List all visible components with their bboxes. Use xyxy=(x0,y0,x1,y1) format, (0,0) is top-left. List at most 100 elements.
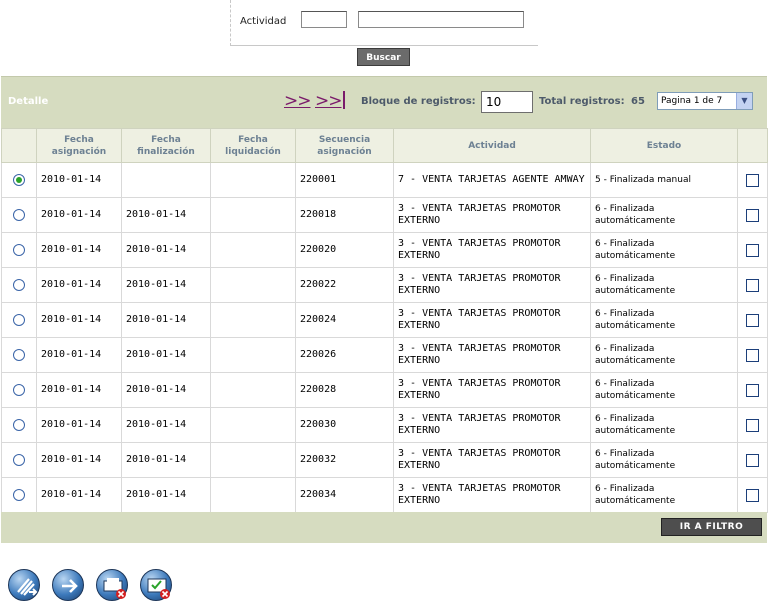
cell-fecha-finalizacion: 2010-01-14 xyxy=(121,267,211,303)
table-row[interactable]: 2010-01-14 2010-01-14 220032 3 - VENTA TARJ… xyxy=(1,442,768,478)
cell-fecha-asignacion: 2010-01-14 xyxy=(36,337,122,373)
header-estado: Estado xyxy=(590,128,738,163)
row-checkbox[interactable] xyxy=(746,348,759,362)
check-cell xyxy=(737,197,768,233)
row-select-radio[interactable] xyxy=(13,384,25,396)
cell-actividad: 3 - VENTA TARJETAS PROMOTOR EXTERNO xyxy=(393,337,591,373)
forward-icon[interactable] xyxy=(52,569,84,601)
cell-fecha-finalizacion: 2010-01-14 xyxy=(121,302,211,338)
delete-check-icon[interactable] xyxy=(140,569,172,601)
table-header-row: Fecha asignación Fecha finalización Fech… xyxy=(1,128,768,163)
header-actividad: Actividad xyxy=(393,128,591,163)
cell-actividad: 7 - VENTA TARJETAS AGENTE AMWAY xyxy=(393,162,591,198)
cell-estado: 6 - Finalizada automáticamente xyxy=(590,267,738,303)
table-row[interactable]: 2010-01-14 2010-01-14 220026 3 - VENTA TARJ… xyxy=(1,337,768,373)
row-select-radio[interactable] xyxy=(13,489,25,501)
next-page-link[interactable]: >> xyxy=(284,91,311,111)
header-check xyxy=(737,128,768,163)
table-row[interactable]: 2010-01-14 2010-01-14 220030 3 - VENTA TARJ… xyxy=(1,407,768,443)
actividad-code-input[interactable] xyxy=(301,11,347,28)
cell-fecha-liquidacion xyxy=(210,162,296,198)
cell-fecha-liquidacion xyxy=(210,337,296,373)
table-row[interactable]: 2010-01-14 2010-01-14 220020 3 - VENTA TARJ… xyxy=(1,232,768,268)
table-row[interactable]: 2010-01-14 2010-01-14 220034 3 - VENTA TARJ… xyxy=(1,477,768,513)
cell-secuencia: 220034 xyxy=(295,477,394,513)
cell-fecha-finalizacion xyxy=(121,162,211,198)
select-cell xyxy=(1,302,37,338)
row-checkbox[interactable] xyxy=(746,173,759,187)
table-row[interactable]: 2010-01-14 2010-01-14 220024 3 - VENTA TARJ… xyxy=(1,302,768,338)
row-select-radio[interactable] xyxy=(13,454,25,466)
cell-fecha-asignacion: 2010-01-14 xyxy=(36,197,122,233)
row-checkbox[interactable] xyxy=(746,453,759,467)
table-row[interactable]: 2010-01-14 220001 7 - VENTA TARJETAS AGENT… xyxy=(1,162,768,198)
cell-fecha-asignacion: 2010-01-14 xyxy=(36,477,122,513)
cell-fecha-liquidacion xyxy=(210,267,296,303)
row-select-radio[interactable] xyxy=(13,244,25,256)
check-cell xyxy=(737,372,768,408)
cell-fecha-asignacion: 2010-01-14 xyxy=(36,267,122,303)
table-row[interactable]: 2010-01-14 2010-01-14 220028 3 - VENTA TARJ… xyxy=(1,372,768,408)
cell-secuencia: 220024 xyxy=(295,302,394,338)
cell-secuencia: 220028 xyxy=(295,372,394,408)
cell-fecha-asignacion: 2010-01-14 xyxy=(36,407,122,443)
row-select-radio[interactable] xyxy=(13,314,25,326)
header-secuencia-asignacion: Secuencia asignación xyxy=(295,128,394,163)
cell-secuencia: 220032 xyxy=(295,442,394,478)
cell-fecha-finalizacion: 2010-01-14 xyxy=(121,232,211,268)
results-table: Fecha asignación Fecha finalización Fech… xyxy=(1,128,768,513)
cell-fecha-liquidacion xyxy=(210,407,296,443)
row-select-radio[interactable] xyxy=(13,279,25,291)
cell-actividad: 3 - VENTA TARJETAS PROMOTOR EXTERNO xyxy=(393,197,591,233)
page-select[interactable]: Pagina 1 de 7 ▼ xyxy=(657,92,753,110)
row-checkbox[interactable] xyxy=(746,488,759,502)
delete-printer-icon[interactable] xyxy=(96,569,128,601)
row-checkbox[interactable] xyxy=(746,418,759,432)
cell-estado: 6 - Finalizada automáticamente xyxy=(590,372,738,408)
cell-estado: 6 - Finalizada automáticamente xyxy=(590,477,738,513)
table-footer-bar: IR A FILTRO xyxy=(1,512,767,543)
select-cell xyxy=(1,442,37,478)
cell-fecha-finalizacion: 2010-01-14 xyxy=(121,407,211,443)
cell-fecha-asignacion: 2010-01-14 xyxy=(36,302,122,338)
new-record-icon[interactable] xyxy=(8,569,40,601)
row-checkbox[interactable] xyxy=(746,243,759,257)
cell-fecha-finalizacion: 2010-01-14 xyxy=(121,197,211,233)
row-checkbox[interactable] xyxy=(746,313,759,327)
ir-a-filtro-button[interactable]: IR A FILTRO xyxy=(661,518,762,536)
cell-secuencia: 220022 xyxy=(295,267,394,303)
row-checkbox[interactable] xyxy=(746,383,759,397)
header-select xyxy=(1,128,37,163)
total-records-value: 65 xyxy=(631,96,645,107)
cell-estado: 6 - Finalizada automáticamente xyxy=(590,407,738,443)
detail-header-bar: Detalle >> >> Bloque de registros: 10 To… xyxy=(1,76,767,128)
select-cell xyxy=(1,232,37,268)
row-select-radio[interactable] xyxy=(13,349,25,361)
header-fecha-asignacion: Fecha asignación xyxy=(36,128,122,163)
cell-estado: 6 - Finalizada automáticamente xyxy=(590,302,738,338)
cell-secuencia: 220020 xyxy=(295,232,394,268)
cell-fecha-finalizacion: 2010-01-14 xyxy=(121,372,211,408)
table-row[interactable]: 2010-01-14 2010-01-14 220022 3 - VENTA TARJ… xyxy=(1,267,768,303)
row-select-radio[interactable] xyxy=(13,209,25,221)
row-checkbox[interactable] xyxy=(746,208,759,222)
row-select-radio[interactable] xyxy=(13,174,25,186)
cell-actividad: 3 - VENTA TARJETAS PROMOTOR EXTERNO xyxy=(393,232,591,268)
last-page-link[interactable]: >> xyxy=(315,91,345,111)
cell-fecha-asignacion: 2010-01-14 xyxy=(36,232,122,268)
row-checkbox[interactable] xyxy=(746,278,759,292)
check-cell xyxy=(737,337,768,373)
actividad-description-input[interactable] xyxy=(358,11,524,28)
cell-estado: 6 - Finalizada automáticamente xyxy=(590,232,738,268)
cell-fecha-finalizacion: 2010-01-14 xyxy=(121,442,211,478)
table-row[interactable]: 2010-01-14 2010-01-14 220018 3 - VENTA TARJ… xyxy=(1,197,768,233)
select-cell xyxy=(1,477,37,513)
chevron-down-icon[interactable]: ▼ xyxy=(736,93,752,109)
cell-fecha-finalizacion: 2010-01-14 xyxy=(121,477,211,513)
cell-actividad: 3 - VENTA TARJETAS PROMOTOR EXTERNO xyxy=(393,302,591,338)
cell-fecha-liquidacion xyxy=(210,302,296,338)
block-size-input[interactable]: 10 xyxy=(481,91,533,113)
row-select-radio[interactable] xyxy=(13,419,25,431)
buscar-button[interactable]: Buscar xyxy=(357,48,410,66)
select-cell xyxy=(1,407,37,443)
